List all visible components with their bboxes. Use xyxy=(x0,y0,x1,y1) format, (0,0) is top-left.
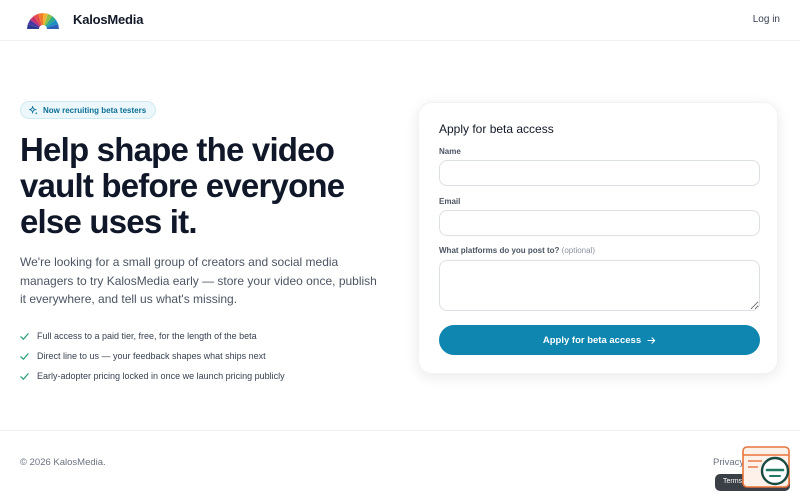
list-item: Full access to a paid tier, free, for th… xyxy=(20,326,285,346)
list-item: Early-adopter pricing locked in once we … xyxy=(20,366,285,386)
beta-badge: Now recruiting beta testers xyxy=(20,101,157,119)
brand-name[interactable]: KalosMedia xyxy=(73,12,143,27)
name-input[interactable] xyxy=(439,160,760,186)
platforms-textarea[interactable] xyxy=(439,260,760,311)
arrow-right-icon xyxy=(647,336,656,344)
feature-list: Full access to a paid tier, free, for th… xyxy=(20,326,285,386)
list-item: Direct line to us — your feedback shapes… xyxy=(20,346,285,366)
hero-description: We're looking for a small group of creat… xyxy=(20,255,377,306)
copyright-text: © 2026 KalosMedia. xyxy=(20,457,106,468)
hero-title: Help shape the video vault before everyo… xyxy=(20,131,345,240)
beta-application-form: Apply for beta access Name Email What pl… xyxy=(418,102,778,374)
site-footer: © 2026 KalosMedia. Privacy Terms xyxy=(0,430,800,500)
check-icon xyxy=(20,352,29,360)
platforms-label: What platforms do you post to? (optional… xyxy=(439,246,595,255)
email-label: Email xyxy=(439,197,461,206)
apply-button-label: Apply for beta access xyxy=(542,334,642,346)
feature-text: Full access to a paid tier, free, for th… xyxy=(37,331,257,341)
email-input[interactable] xyxy=(439,210,760,236)
feature-text: Early-adopter pricing locked in once we … xyxy=(37,371,285,381)
apply-button[interactable]: Apply for beta access xyxy=(439,325,760,355)
sunburst-logo-icon[interactable] xyxy=(26,12,60,30)
feature-text: Direct line to us — your feedback shapes… xyxy=(37,351,266,361)
badge-label: Now recruiting beta testers xyxy=(43,105,147,115)
platforms-label-text: What platforms do you post to? xyxy=(439,246,560,255)
optional-hint: (optional) xyxy=(561,246,596,255)
privacy-link[interactable]: Privacy xyxy=(713,457,744,468)
site-header: KalosMedia Log in xyxy=(0,0,800,41)
login-link[interactable]: Log in xyxy=(753,14,780,25)
form-title: Apply for beta access xyxy=(439,122,554,136)
name-label: Name xyxy=(439,147,461,156)
sparkles-icon xyxy=(29,105,38,115)
check-icon xyxy=(20,332,29,340)
check-icon xyxy=(20,372,29,380)
help-widget-icon[interactable] xyxy=(742,446,790,488)
